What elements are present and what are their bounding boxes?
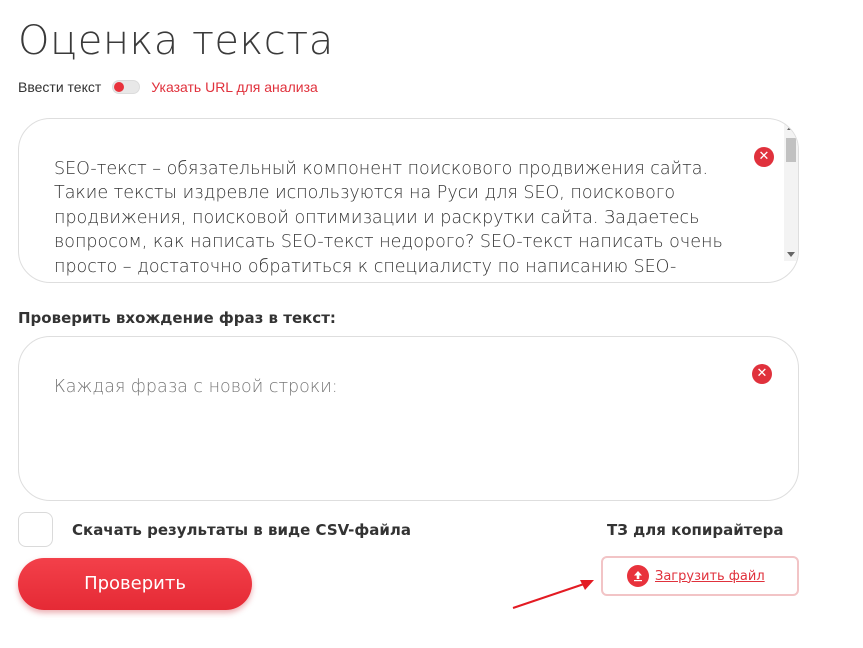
resize-handle-icon[interactable]: [787, 271, 796, 280]
phrases-placeholder: Каждая фраза с новой строки:: [54, 377, 338, 397]
upload-file-button[interactable]: Загрузить файл: [601, 556, 799, 596]
scroll-up-icon[interactable]: [787, 125, 795, 130]
text-input-scrollbar[interactable]: [784, 121, 798, 261]
toggle-knob: [114, 82, 125, 92]
page: Оценка текста Ввести текст Указать URL д…: [0, 0, 863, 648]
upload-icon: [627, 565, 649, 587]
phrases-label: Проверить вхождение фраз в текст:: [18, 309, 336, 327]
close-icon[interactable]: ✕: [752, 364, 772, 384]
check-button[interactable]: Проверить: [18, 558, 252, 610]
mode-label-url[interactable]: Указать URL для анализа: [151, 79, 318, 95]
text-input-value[interactable]: SEO-текст – обязательный компонент поиск…: [54, 157, 744, 282]
phrases-input[interactable]: Каждая фраза с новой строки: ✕: [18, 336, 799, 501]
text-input[interactable]: SEO-текст – обязательный компонент поиск…: [18, 118, 799, 283]
upload-file-label[interactable]: Загрузить файл: [655, 569, 765, 584]
scroll-down-icon[interactable]: [787, 252, 795, 257]
csv-checkbox[interactable]: [18, 512, 53, 547]
resize-handle-icon[interactable]: [787, 489, 796, 498]
mode-label-text[interactable]: Ввести текст: [18, 79, 101, 95]
close-icon[interactable]: ✕: [754, 147, 774, 167]
csv-label[interactable]: Скачать результаты в виде CSV-файла: [72, 521, 411, 539]
page-title: Оценка текста: [18, 18, 334, 64]
mode-toggle[interactable]: [112, 80, 141, 94]
tz-label: ТЗ для копирайтера: [607, 521, 784, 539]
input-mode-switch: Ввести текст Указать URL для анализа: [18, 77, 318, 97]
scroll-thumb[interactable]: [786, 138, 796, 162]
annotation-arrow-icon: [512, 580, 594, 609]
